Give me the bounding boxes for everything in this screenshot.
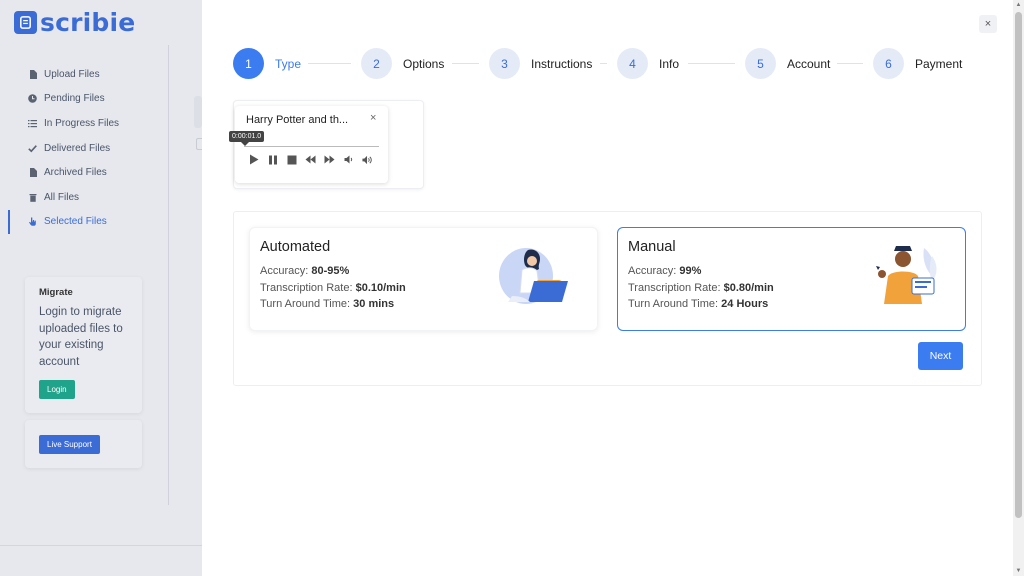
sidebar-item-label: All Files — [44, 191, 80, 203]
time-tooltip: 0:00:01.0 — [229, 131, 265, 146]
step-connector — [452, 63, 479, 64]
modal-close-button[interactable]: × — [979, 15, 997, 33]
file-icon — [28, 69, 37, 79]
scrollbar-thumb[interactable] — [1015, 12, 1022, 518]
next-button[interactable]: Next — [918, 342, 963, 370]
rewind-icon[interactable] — [305, 154, 316, 165]
sidebar-item-pending-files[interactable]: Pending Files — [0, 87, 168, 112]
accuracy-value: 99% — [679, 265, 702, 277]
step-connector — [600, 63, 607, 64]
player-close-icon[interactable]: × — [370, 112, 376, 124]
rate-label: Transcription Rate: — [260, 281, 353, 294]
turnaround-value: 24 Hours — [721, 298, 769, 310]
trash-icon — [28, 193, 37, 202]
player-progress-track[interactable] — [244, 146, 379, 147]
list-icon — [28, 119, 37, 128]
sidebar-item-label: Pending Files — [44, 93, 105, 105]
step-number: 2 — [361, 48, 392, 79]
step-connector — [688, 63, 735, 64]
step-label: Info — [659, 56, 680, 71]
hand-pointer-icon — [28, 217, 37, 227]
sidebar-item-label: In Progress Files — [44, 117, 120, 129]
sidebar-nav: Upload Files Pending Files In Progress F… — [0, 62, 168, 234]
migrate-card: Migrate Login to migrate uploaded files … — [25, 277, 142, 413]
login-button[interactable]: Login — [39, 380, 75, 399]
volume-down-icon[interactable] — [343, 154, 354, 165]
logo[interactable]: scribie — [14, 8, 135, 37]
brand-name: scribie — [40, 8, 136, 37]
sidebar-item-label: Upload Files — [44, 68, 100, 80]
support-card: Live Support — [25, 420, 142, 468]
rate-value: $0.80/min — [723, 281, 774, 294]
step-options[interactable]: 2 Options — [361, 48, 444, 79]
turnaround-value: 30 mins — [353, 298, 395, 310]
fast-forward-icon[interactable] — [324, 154, 335, 165]
step-type[interactable]: 1 Type — [233, 48, 301, 79]
sidebar-divider — [168, 45, 169, 505]
sidebar-item-selected-files[interactable]: Selected Files — [0, 209, 168, 235]
step-connector — [308, 63, 351, 64]
pause-icon[interactable] — [267, 154, 278, 165]
step-connector — [837, 63, 863, 64]
step-number: 6 — [873, 48, 904, 79]
migrate-text: Login to migrate uploaded files to your … — [39, 306, 123, 368]
sidebar-item-label: Selected Files — [44, 216, 107, 228]
audio-player: Harry Potter and th... × 0:00:01.0 — [229, 106, 388, 183]
scroll-up-icon[interactable]: ▲ — [1015, 2, 1022, 8]
close-icon: × — [984, 18, 992, 30]
modal-scrollbar[interactable]: ▲ ▼ — [1013, 0, 1024, 576]
accuracy-value: 80-95% — [311, 265, 350, 277]
manual-illustration — [874, 242, 942, 313]
sidebar-item-all-files[interactable]: All Files — [0, 185, 168, 210]
accuracy-label: Accuracy: — [628, 265, 677, 277]
accuracy-label: Accuracy: — [260, 265, 309, 277]
sidebar-footer-divider — [0, 545, 202, 546]
step-payment[interactable]: 6 Payment — [873, 48, 962, 79]
step-number: 5 — [745, 48, 776, 79]
step-label: Account — [787, 56, 831, 71]
sidebar-item-archived-files[interactable]: Archived Files — [0, 160, 168, 185]
automated-illustration — [498, 244, 572, 313]
background-panel-edge — [194, 96, 202, 128]
step-number: 3 — [489, 48, 520, 79]
step-label: Options — [403, 56, 445, 71]
stop-icon[interactable] — [286, 154, 297, 165]
sidebar-item-in-progress-files[interactable]: In Progress Files — [0, 111, 168, 136]
scroll-down-icon[interactable]: ▼ — [1015, 568, 1022, 574]
step-number: 1 — [233, 48, 264, 79]
turnaround-label: Turn Around Time: — [260, 298, 351, 310]
player-controls — [248, 154, 373, 165]
step-instructions[interactable]: 3 Instructions — [489, 48, 592, 79]
file-icon — [28, 168, 37, 178]
volume-up-icon[interactable] — [362, 154, 373, 165]
player-file-title: Harry Potter and th... — [246, 114, 349, 126]
sidebar-item-delivered-files[interactable]: Delivered Files — [0, 136, 168, 161]
sidebar-item-upload-files[interactable]: Upload Files — [0, 62, 168, 87]
rate-value: $0.10/min — [355, 281, 406, 294]
turnaround-label: Turn Around Time: — [628, 298, 719, 310]
step-label: Payment — [915, 56, 963, 71]
logo-icon — [14, 11, 37, 34]
sidebar-item-label: Archived Files — [44, 167, 107, 179]
live-support-button[interactable]: Live Support — [39, 435, 100, 454]
check-icon — [28, 144, 37, 153]
migrate-heading: Migrate — [39, 287, 73, 298]
step-info[interactable]: 4 Info — [617, 48, 679, 79]
step-label: Type — [275, 56, 302, 71]
step-account[interactable]: 5 Account — [745, 48, 830, 79]
step-label: Instructions — [531, 56, 593, 71]
play-icon[interactable] — [248, 154, 259, 165]
sidebar-item-label: Delivered Files — [44, 142, 111, 154]
step-number: 4 — [617, 48, 648, 79]
rate-label: Transcription Rate: — [628, 281, 721, 294]
clock-icon — [28, 94, 37, 104]
